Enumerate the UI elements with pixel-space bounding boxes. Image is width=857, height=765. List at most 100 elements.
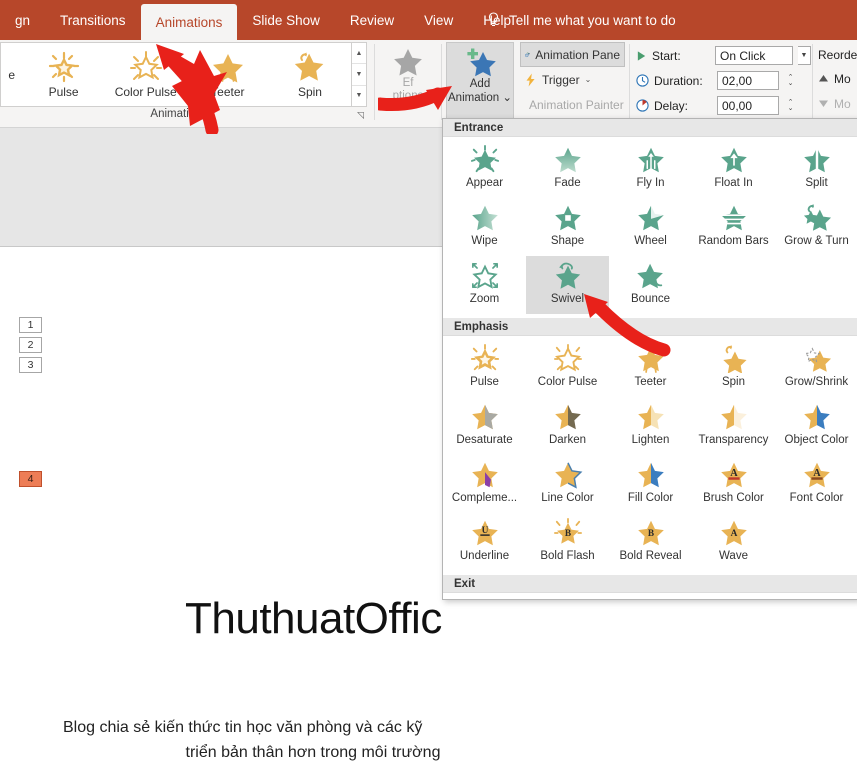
- gallery-section-header-exit: Exit: [443, 575, 857, 593]
- effect-float-out[interactable]: [692, 596, 775, 600]
- animation-tag-1-number: 1: [28, 319, 34, 331]
- effect-emp-teeter[interactable]: Teeter: [609, 339, 692, 397]
- effect-bold-flash-label: Bold Flash: [540, 550, 594, 562]
- animation-dialog-launcher[interactable]: ◹: [357, 110, 364, 121]
- effect-bounce[interactable]: Bounce: [609, 256, 692, 314]
- effect-transparency[interactable]: Transparency: [692, 397, 775, 455]
- start-row: Start: On Click ▼: [636, 43, 811, 68]
- svg-text:B: B: [564, 529, 570, 539]
- star-wheel-icon: [636, 203, 666, 232]
- effect-grow-turn[interactable]: Grow & Turn: [775, 198, 857, 256]
- effect-split-label: Split: [805, 177, 827, 189]
- effect-desaturate[interactable]: Desaturate: [443, 397, 526, 455]
- animation-gallery-strip[interactable]: e Pulse: [0, 42, 352, 107]
- gallery-item-color-pulse-label: Color Pulse: [115, 85, 177, 99]
- effect-wipe[interactable]: Wipe: [443, 198, 526, 256]
- tell-me-search[interactable]: Tell me what you want to do: [487, 0, 676, 40]
- effect-swivel[interactable]: Swivel: [526, 256, 609, 314]
- gallery-item-pulse-label: Pulse: [49, 85, 79, 99]
- gallery-item-partial[interactable]: e: [1, 44, 23, 106]
- gallery-item-partial-label: e: [8, 68, 15, 82]
- start-select[interactable]: On Click: [715, 46, 793, 65]
- tab-slide-show[interactable]: Slide Show: [237, 0, 335, 40]
- gallery-more-button[interactable]: ▼: [352, 86, 366, 106]
- effect-fade-out[interactable]: [526, 596, 609, 600]
- gallery-item-color-pulse[interactable]: Color Pulse: [105, 44, 187, 106]
- effect-wheel[interactable]: Wheel: [609, 198, 692, 256]
- animation-painter-button[interactable]: Animation Painter: [520, 92, 625, 117]
- effect-fill-color[interactable]: Fill Color: [609, 455, 692, 513]
- star-wave-icon: A: [719, 518, 749, 547]
- move-later-button[interactable]: Mo: [818, 91, 857, 116]
- add-animation-gallery-popup[interactable]: Entrance Appear: [442, 118, 857, 600]
- star-shape-icon: [553, 203, 583, 232]
- effect-lighten-label: Lighten: [632, 434, 670, 446]
- effect-fly-in[interactable]: Fly In: [609, 140, 692, 198]
- delay-stepper[interactable]: ⌃⌄: [784, 96, 797, 115]
- effect-bold-flash[interactable]: B Bold Flash: [526, 513, 609, 571]
- gallery-scroll-down-button[interactable]: ▼: [352, 64, 366, 85]
- effect-float-in[interactable]: Float In: [692, 140, 775, 198]
- star-split-icon: [802, 145, 832, 174]
- effect-brush-color[interactable]: A Brush Color: [692, 455, 775, 513]
- effect-wave[interactable]: A Wave: [692, 513, 775, 571]
- animation-tag-2[interactable]: 2: [19, 337, 42, 353]
- effect-split-out[interactable]: [775, 596, 857, 600]
- duration-stepper[interactable]: ⌃⌄: [784, 71, 797, 90]
- effect-options-button[interactable]: Ef ptions: [377, 44, 439, 120]
- tab-design[interactable]: gn: [0, 0, 45, 40]
- effect-color-pulse[interactable]: Color Pulse: [526, 339, 609, 397]
- effect-options-label-2: ptions: [393, 90, 424, 103]
- gallery-item-spin-label: Spin: [298, 85, 322, 99]
- tab-review[interactable]: Review: [335, 0, 409, 40]
- tab-view-label: View: [424, 13, 453, 28]
- tab-transitions[interactable]: Transitions: [45, 0, 141, 40]
- effect-lighten[interactable]: Lighten: [609, 397, 692, 455]
- effect-font-color[interactable]: A Font Color: [775, 455, 857, 513]
- slide-body-text[interactable]: Blog chia sẻ kiến thức tin học văn phòng…: [63, 715, 563, 765]
- clock-icon: [636, 74, 649, 87]
- gallery-item-spin[interactable]: Spin: [269, 44, 351, 106]
- gallery-scroll-up-button[interactable]: ▲: [352, 43, 366, 64]
- effect-random-bars[interactable]: Random Bars: [692, 198, 775, 256]
- effect-complementary-color[interactable]: Compleme...: [443, 455, 526, 513]
- effect-bold-reveal[interactable]: B Bold Reveal: [609, 513, 692, 571]
- animation-pane-button[interactable]: Animation Pane: [520, 42, 625, 67]
- gallery-item-teeter[interactable]: Teeter: [187, 44, 269, 106]
- slide-title[interactable]: ThuthuatOffic: [185, 594, 442, 644]
- start-dropdown-arrow-icon[interactable]: ▼: [798, 46, 811, 65]
- effect-underline[interactable]: U Underline: [443, 513, 526, 571]
- effect-fade[interactable]: Fade: [526, 140, 609, 198]
- effect-zoom[interactable]: Zoom: [443, 256, 526, 314]
- star-lighten-icon: [636, 402, 666, 431]
- effect-line-color[interactable]: Line Color: [526, 455, 609, 513]
- effect-split[interactable]: Split: [775, 140, 857, 198]
- effect-fly-out[interactable]: [609, 596, 692, 600]
- effect-emp-pulse[interactable]: Pulse: [443, 339, 526, 397]
- animation-tag-1[interactable]: 1: [19, 317, 42, 333]
- duration-input[interactable]: 02,00: [717, 71, 779, 90]
- effect-object-color[interactable]: Object Color: [775, 397, 857, 455]
- add-animation-button[interactable]: Add Animation ⌄: [446, 42, 514, 122]
- gallery-item-pulse[interactable]: Pulse: [23, 44, 105, 106]
- animation-tag-3[interactable]: 3: [19, 357, 42, 373]
- effect-appear[interactable]: Appear: [443, 140, 526, 198]
- move-earlier-button[interactable]: Mo: [818, 66, 857, 91]
- delay-input[interactable]: 00,00: [717, 96, 779, 115]
- effect-line-color-label: Line Color: [541, 492, 593, 504]
- tab-view[interactable]: View: [409, 0, 468, 40]
- effect-grow-shrink[interactable]: Grow/Shrink: [775, 339, 857, 397]
- entrance-header-label: Entrance: [454, 122, 503, 134]
- star-bounce-icon: [636, 261, 666, 290]
- effect-shape[interactable]: Shape: [526, 198, 609, 256]
- effect-emp-spin[interactable]: Spin: [692, 339, 775, 397]
- trigger-button[interactable]: Trigger ⌄: [520, 67, 625, 92]
- tab-animations[interactable]: Animations: [141, 4, 238, 40]
- star-teeter-icon: [636, 344, 666, 373]
- delay-label: Delay:: [654, 99, 712, 113]
- animation-tag-4[interactable]: 4: [19, 471, 42, 487]
- animation-gallery-scrollbar[interactable]: ▲ ▼ ▼: [352, 42, 367, 107]
- effect-darken[interactable]: Darken: [526, 397, 609, 455]
- start-value: On Click: [720, 49, 765, 63]
- effect-disappear[interactable]: [443, 596, 526, 600]
